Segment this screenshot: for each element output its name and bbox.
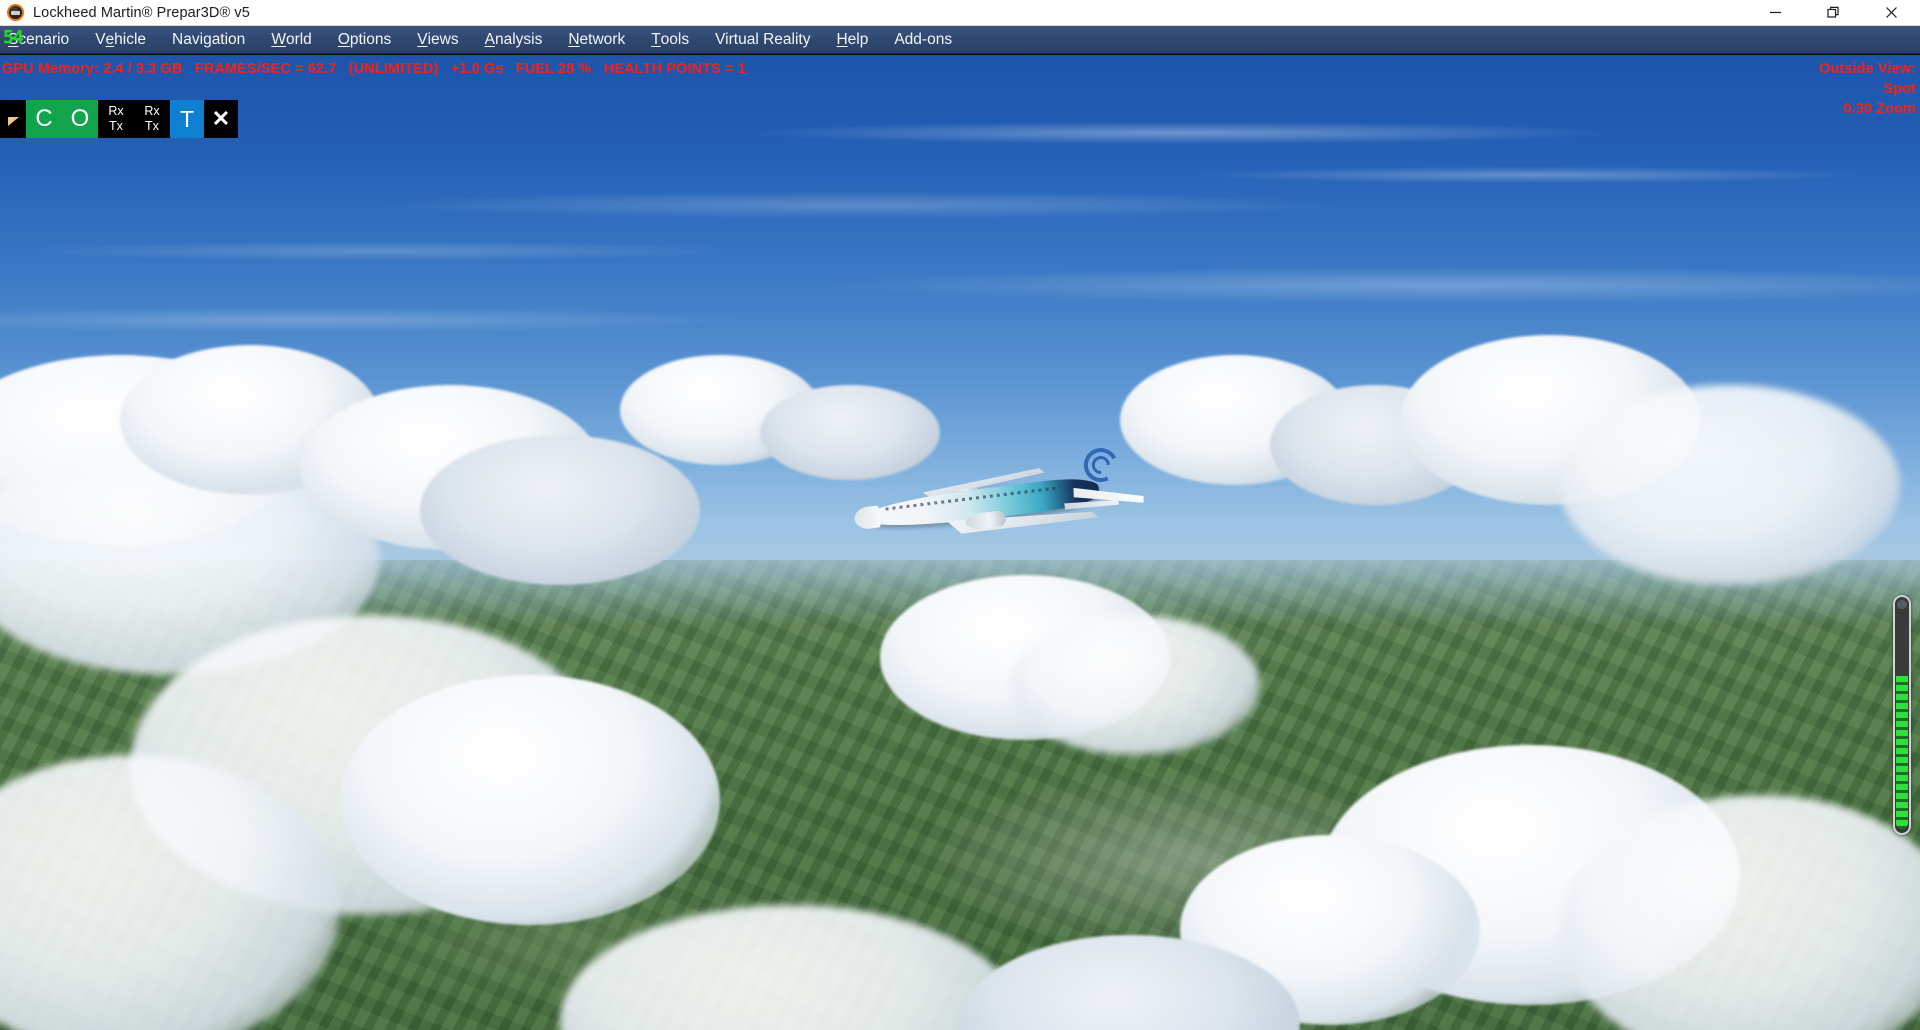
tx-label: Tx (109, 119, 123, 133)
menu-item-virtual-reality[interactable]: Virtual Reality (702, 26, 823, 54)
menu-item-network[interactable]: Network (555, 26, 638, 54)
prepar3d-app-icon (7, 4, 24, 21)
fps-counter-overlay: 54 (3, 27, 24, 48)
hud-view-label: Outside View: (1819, 61, 1916, 77)
triangle-arrow-icon (7, 116, 19, 126)
expand-arrow-button[interactable] (0, 100, 26, 138)
main-menu-bar: Scenario Ve hicle Navi g ation World Option… (0, 26, 1920, 54)
vertical-level-gauge[interactable] (1893, 595, 1911, 835)
tx-label: Tx (145, 119, 159, 133)
simulator-viewport[interactable] (0, 55, 1920, 1030)
menu-item-analysis[interactable]: Analysis (472, 26, 556, 54)
terrain-ground (0, 560, 1920, 1030)
text-t-button[interactable]: T (170, 100, 204, 138)
hud-view-mode: Spot (1883, 81, 1916, 97)
menu-item-help[interactable]: Help (823, 26, 881, 54)
menu-item-views[interactable]: Views (404, 26, 471, 54)
hud-stats-line: GPU Memory: 2.4 / 3.3 GB FRAMES/SEC = 62… (2, 61, 746, 77)
restore-button[interactable] (1804, 0, 1862, 26)
menu-item-options[interactable]: Options (325, 26, 404, 54)
hud-zoom-level: 0.30 Zoom (1843, 101, 1916, 117)
rx-label: Rx (108, 104, 124, 118)
menu-item-addons[interactable]: Add-ons (881, 26, 965, 54)
window-controls (1746, 0, 1920, 26)
overlay-toolbar: C O Rx Tx Rx Tx T ✕ (0, 100, 238, 138)
comm-o-button[interactable]: O (62, 100, 98, 138)
rx-tx-2-button[interactable]: Rx Tx (134, 100, 170, 138)
comm-c-button[interactable]: C (26, 100, 62, 138)
close-button[interactable] (1862, 0, 1920, 26)
window-title: Lockheed Martin® Prepar3D® v5 (33, 4, 250, 21)
menu-item-vehicle[interactable]: Ve hicle (82, 26, 159, 54)
gauge-cap (1897, 600, 1907, 609)
rx-tx-1-button[interactable]: Rx Tx (98, 100, 134, 138)
menu-item-world[interactable]: World (258, 26, 325, 54)
rx-label: Rx (144, 104, 160, 118)
prepar3d-window: Lockheed Martin® Prepar3D® v5 Scenario V… (0, 0, 1920, 1030)
menu-label-scenario: cenario (18, 30, 70, 48)
menu-item-navigation[interactable]: Navi g ation (159, 26, 258, 54)
window-title-bar: Lockheed Martin® Prepar3D® v5 (0, 0, 1920, 26)
menu-item-tools[interactable]: Tools (638, 26, 702, 54)
gauge-fill (1896, 675, 1908, 829)
minimize-button[interactable] (1746, 0, 1804, 26)
close-toolbar-button[interactable]: ✕ (204, 100, 238, 138)
